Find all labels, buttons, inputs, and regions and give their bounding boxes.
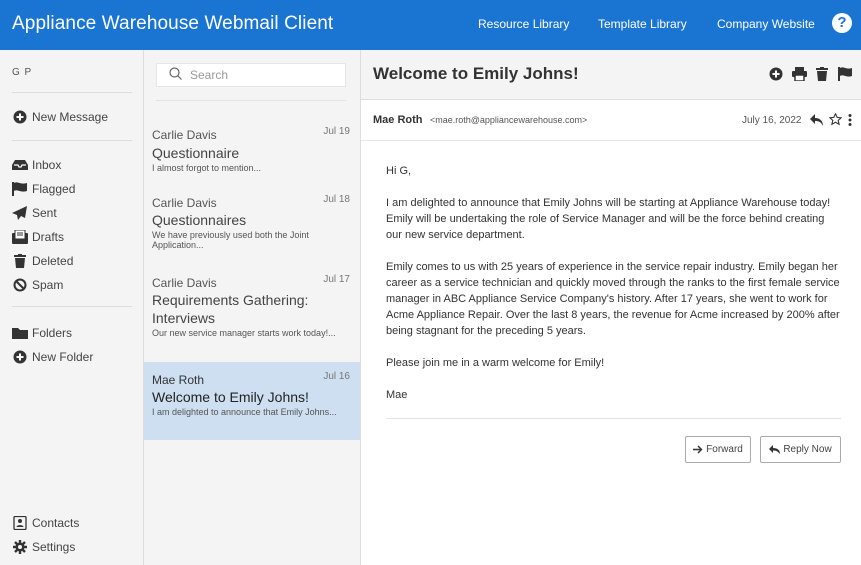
resource-library-link[interactable]: Resource Library	[478, 17, 569, 31]
email-paragraph: Emily comes to us with 25 years of exper…	[386, 261, 840, 337]
message-list: Carlie Davis Jul 19 Questionnaire I almo…	[144, 50, 361, 565]
sidebar-item-contacts[interactable]: Contacts	[12, 514, 79, 532]
reply-now-button[interactable]: Reply Now	[760, 436, 841, 463]
message-from: Carlie Davis	[152, 276, 217, 290]
divider	[12, 306, 132, 307]
forward-label: Forward	[706, 444, 743, 455]
new-message-label: New Message	[32, 110, 109, 124]
search-box[interactable]	[156, 63, 346, 87]
plus-circle-icon	[12, 110, 28, 124]
message-subject: Questionnaires	[152, 212, 247, 228]
sidebar-item-inbox[interactable]: Inbox	[12, 156, 61, 174]
message-subject: Requirements Gathering: Interviews	[152, 292, 309, 326]
message-item-selected[interactable]: Mae Roth Jul 16 Welcome to Emily Johns! …	[144, 362, 360, 440]
sidebar-item-spam[interactable]: Spam	[12, 276, 63, 294]
email-greeting: Hi G,	[386, 165, 412, 177]
message-subject: Welcome to Emily Johns!	[152, 389, 309, 405]
email-subject: Welcome to Emily Johns!	[373, 64, 579, 83]
message-item[interactable]: Carlie Davis Jul 18 Questionnaires We ha…	[144, 184, 360, 260]
sidebar-item-label: Contacts	[32, 516, 80, 530]
template-library-link[interactable]: Template Library	[598, 17, 687, 31]
message-preview: I am delighted to announce that Emily Jo…	[152, 407, 337, 417]
sidebar-item-label: Drafts	[32, 230, 65, 244]
sidebar-item-label: Inbox	[32, 158, 62, 172]
sender-email: <mae.roth@appliancewarehouse.com>	[430, 115, 588, 125]
divider	[156, 100, 346, 101]
sidebar-item-label: Deleted	[32, 254, 74, 268]
ban-icon	[12, 278, 28, 292]
sidebar-item-deleted[interactable]: Deleted	[12, 252, 73, 270]
message-date: Jul 19	[323, 126, 350, 137]
trash-icon[interactable]	[814, 66, 830, 82]
star-icon[interactable]	[829, 113, 842, 126]
sidebar-item-sent[interactable]: Sent	[12, 204, 57, 222]
sender-actions	[810, 113, 852, 126]
sidebar-item-label: Sent	[32, 206, 57, 220]
help-icon[interactable]: ?	[832, 13, 852, 33]
trash-icon	[12, 254, 28, 268]
sidebar-item-label: Folders	[32, 326, 73, 340]
sender-name: Mae Roth	[373, 114, 423, 126]
new-folder-label: New Folder	[32, 350, 94, 364]
flag-icon	[12, 182, 28, 196]
divider	[386, 418, 841, 419]
email-signature: Mae	[386, 389, 408, 401]
user-initials: G P	[12, 67, 33, 78]
new-message-button[interactable]: New Message	[12, 108, 108, 126]
send-icon	[12, 206, 28, 220]
sidebar-item-drafts[interactable]: Drafts	[12, 228, 64, 246]
divider	[12, 92, 132, 93]
sidebar-item-label: Spam	[32, 278, 64, 292]
email-header: Welcome to Emily Johns!	[361, 50, 861, 100]
divider	[12, 140, 132, 141]
email-toolbar	[768, 66, 853, 82]
reply-now-label: Reply Now	[783, 444, 832, 455]
email-paragraph: Please join me in a warm welcome for Emi…	[386, 357, 605, 369]
folder-icon	[12, 326, 28, 340]
reading-pane: Welcome to Emily Johns! Mae Roth <mae.ro…	[361, 50, 861, 565]
search-icon	[169, 67, 182, 83]
message-from: Carlie Davis	[152, 128, 217, 142]
sidebar-item-folders[interactable]: Folders	[12, 324, 72, 342]
message-subject: Questionnaire	[152, 145, 240, 161]
message-date: Jul 16	[323, 371, 350, 382]
sidebar: G P New Message Inbox Flagged Sent Draft…	[0, 50, 144, 565]
arrow-right-icon	[693, 445, 703, 454]
email-paragraph: I am delighted to announce that Emily Jo…	[386, 197, 831, 241]
flag-icon[interactable]	[837, 66, 853, 82]
forward-button[interactable]: Forward	[685, 436, 751, 463]
message-item[interactable]: Carlie Davis Jul 17 Requirements Gatheri…	[144, 260, 360, 360]
new-folder-button[interactable]: New Folder	[12, 348, 93, 366]
contacts-icon	[12, 516, 28, 530]
sidebar-item-settings[interactable]: Settings	[12, 538, 75, 556]
company-website-link[interactable]: Company Website	[717, 17, 815, 31]
sidebar-item-label: Flagged	[32, 182, 76, 196]
message-from: Mae Roth	[152, 373, 205, 387]
gear-icon	[12, 540, 28, 554]
message-preview: Our new service manager starts work toda…	[152, 328, 336, 338]
sidebar-item-label: Settings	[32, 540, 76, 554]
add-icon[interactable]	[768, 66, 784, 82]
message-date: Jul 18	[323, 194, 350, 205]
inbox-icon	[12, 158, 28, 172]
drafts-icon	[12, 230, 28, 244]
sender-row: Mae Roth <mae.roth@appliancewarehouse.co…	[361, 101, 861, 141]
email-body: Hi G, I am delighted to announce that Em…	[386, 163, 841, 403]
message-item[interactable]: Carlie Davis Jul 19 Questionnaire I almo…	[144, 112, 360, 184]
message-preview: We have previously used both the Joint A…	[152, 230, 309, 250]
message-preview: I almost forgot to mention...	[152, 163, 262, 173]
message-from: Carlie Davis	[152, 196, 217, 210]
email-date: July 16, 2022	[742, 115, 802, 126]
print-icon[interactable]	[791, 66, 807, 82]
sidebar-item-flagged[interactable]: Flagged	[12, 180, 75, 198]
plus-circle-icon	[12, 350, 28, 364]
app-title: Appliance Warehouse Webmail Client	[12, 13, 334, 34]
search-input[interactable]	[190, 68, 330, 82]
top-bar: Appliance Warehouse Webmail Client Resou…	[0, 0, 861, 50]
reply-icon	[769, 445, 781, 454]
reply-icon[interactable]	[810, 113, 823, 126]
message-date: Jul 17	[323, 274, 350, 285]
more-options-icon[interactable]	[848, 113, 852, 126]
